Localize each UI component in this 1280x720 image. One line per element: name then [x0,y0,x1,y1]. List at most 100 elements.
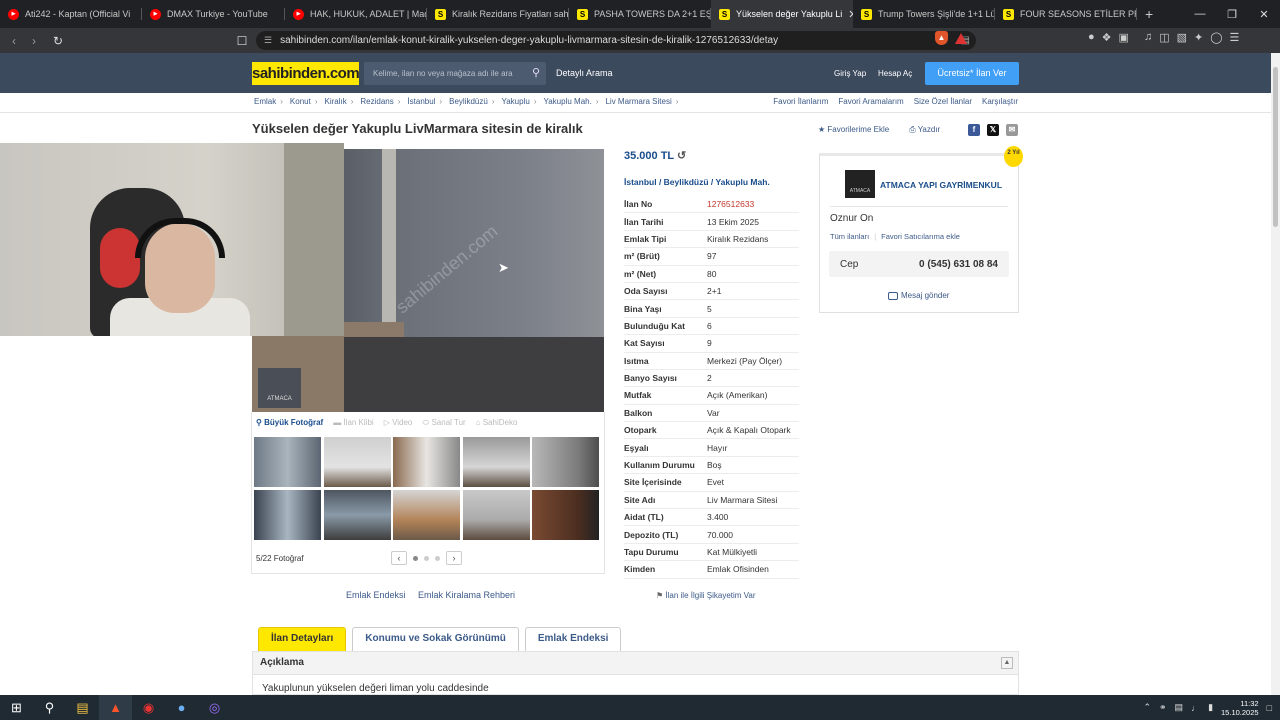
thumbnail[interactable] [323,437,391,487]
thumbnail[interactable] [532,490,599,540]
notifications-icon[interactable]: □ [1267,703,1272,713]
thumbnail[interactable] [254,490,321,540]
volume-icon[interactable]: ♩ [1191,703,1200,713]
windows-start-icon[interactable]: ⊞ [0,695,33,720]
app-icon[interactable]: ◉ [132,695,165,720]
thumbnail[interactable] [393,437,460,487]
site-logo[interactable]: sahibinden.com [252,62,360,85]
browser-tab[interactable]: S Yükselen değer Yakuplu Li ✕ [711,0,853,28]
breadcrumb-item[interactable]: Yakuplu Mah. [543,97,591,106]
breadcrumb-item[interactable]: Beylikdüzü [449,97,488,106]
top-link[interactable]: Favori Aramalarım [838,97,903,106]
pager-dot[interactable] [424,555,429,561]
breadcrumb-item[interactable]: Yakuplu [501,97,529,106]
add-favorite-link[interactable]: ★ Favorilerime Ekle [818,125,889,135]
reload-icon[interactable]: ↻ [48,34,68,48]
breadcrumb-item[interactable]: İstanbul [407,97,435,106]
file-explorer-icon[interactable]: ▤ [66,695,99,720]
favorite-seller-link[interactable]: Favori Satıcılarıma ekle [881,232,960,241]
pager-prev-icon[interactable]: ‹ [391,551,407,565]
steam-icon[interactable]: ● [165,695,198,720]
top-link[interactable]: Size Özel İlanlar [914,97,972,106]
x-share-icon[interactable]: 𝕏 [987,124,999,136]
brave-shield-icon[interactable]: ▲ [935,31,948,45]
browser-tab[interactable]: ▶ HAK, HUKUK, ADALET | Madara [285,0,427,28]
send-message-link[interactable]: Mesaj gönder [888,291,949,300]
search-icon[interactable]: ⚲ [33,695,66,720]
all-ads-link[interactable]: Tüm ilanları [830,232,869,241]
browser-tab[interactable]: ▶ DMAX Turkiye - YouTube [142,0,285,28]
thumbnail[interactable] [323,490,391,540]
print-link[interactable]: ⎙ Yazdır [909,125,940,135]
browser-tab[interactable]: S Trump Towers Şişli'de 1+1 Lük [853,0,995,28]
browser-tab[interactable]: ▶ Ati242 - Kaptan (Official Vi [0,0,142,28]
top-link[interactable]: Favori İlanlarım [773,97,828,106]
browser-tab[interactable]: S Kiralık Rezidans Fiyatları sahibi [427,0,569,28]
rental-guide-link[interactable]: Emlak Kiralama Rehberi [418,590,515,600]
minimize-icon[interactable]: — [1184,0,1216,28]
facebook-share-icon[interactable]: f [968,124,980,136]
photo-tool[interactable]: ⚲ Büyük Fotoğraf [256,418,323,428]
seller-logo[interactable]: ATMACA [845,170,875,198]
brave-browser-icon[interactable]: ▲ [99,695,132,720]
network-icon[interactable]: ▤ [1175,702,1184,713]
clock[interactable]: 11:32 15.10.2025 [1221,699,1259,717]
page-scrollbar[interactable] [1271,53,1280,695]
report-link[interactable]: ⚑ İlan ile İlgili Şikayetim Var [656,591,756,600]
breadcrumb-item[interactable]: Rezidans [360,97,393,106]
main-photo[interactable]: sahibinden.com [344,149,604,412]
thumbnail[interactable] [532,437,599,487]
search-icon[interactable]: ⚲ [532,62,540,85]
price-history-icon[interactable]: ↺ [677,150,686,162]
detailed-search-link[interactable]: Detaylı Arama [556,68,613,78]
thumbnail[interactable] [254,437,321,487]
pager-dot[interactable] [413,555,418,561]
breadcrumb-item[interactable]: Emlak [254,97,276,106]
breadcrumb-item[interactable]: Kiralık [324,97,346,106]
close-tab-icon[interactable]: ✕ [842,8,853,21]
breadcrumb-item[interactable]: Liv Marmara Sitesi [605,97,671,106]
browser-tab[interactable]: S PASHA TOWERS DA 2+1 EŞYAL [569,0,711,28]
email-share-icon[interactable]: ✉ [1006,124,1018,136]
close-icon[interactable]: ✕ [1248,0,1280,28]
url-field[interactable]: ☰ sahibinden.com/ilan/emlak-konut-kirali… [256,31,976,50]
search-input[interactable]: Kelime, ilan no veya mağaza adı ile ara … [364,62,546,85]
forward-icon[interactable]: › [24,34,44,48]
bookmark-icon[interactable]: ☐ [232,34,252,48]
menu-icon[interactable]: ☰ [1230,31,1240,44]
detail-tab[interactable]: Emlak Endeksi [524,627,622,651]
extensions-icon[interactable]: ❖ [1102,31,1112,44]
thumbnail[interactable] [393,490,460,540]
screenshot-icon[interactable]: ▣ [1119,31,1129,44]
ai-icon[interactable]: ✦ [1194,31,1203,44]
restore-icon[interactable]: ❐ [1216,0,1248,28]
register-link[interactable]: Hesap Aç [878,69,912,78]
wallet-icon[interactable]: ▧ [1177,31,1187,44]
emlak-endeksi-link[interactable]: Emlak Endeksi [346,590,406,600]
seller-name[interactable]: ATMACA YAPI GAYRİMENKUL [880,180,1002,190]
thumbnail[interactable] [462,437,530,487]
breadcrumb-item[interactable]: Konut [290,97,311,106]
browser-tab[interactable]: S FOUR SEASONS ETİLER PRİVAT [995,0,1137,28]
obs-icon[interactable]: ◎ [198,695,231,720]
new-tab-icon[interactable]: + [1145,6,1153,22]
scrollbar-thumb[interactable] [1273,67,1278,227]
collapse-icon[interactable]: ▲ [1001,657,1013,669]
pager-next-icon[interactable]: › [446,551,462,565]
detail-tab[interactable]: Konumu ve Sokak Görünümü [352,627,519,651]
vpn-icon[interactable]: ◯ [1210,31,1222,44]
detail-tab[interactable]: İlan Detayları [258,627,347,651]
top-link[interactable]: Karşılaştır [982,97,1018,106]
login-link[interactable]: Giriş Yap [834,69,866,78]
brave-rewards-icon[interactable] [955,33,967,44]
sidebar-icon[interactable]: ◫ [1159,31,1169,44]
site-info-icon[interactable]: ☰ [264,35,272,46]
thumbnail[interactable] [462,490,530,540]
battery-icon[interactable]: ▮ [1208,702,1213,713]
microphone-icon[interactable]: ⚭ [1159,702,1167,713]
phone-number[interactable]: 0 (545) 631 08 84 [919,259,998,270]
back-icon[interactable]: ‹ [4,34,24,48]
leo-icon[interactable]: ● [1088,31,1095,44]
pager-dot[interactable] [435,555,440,561]
location-link[interactable]: İstanbul / Beylikdüzü / Yakuplu Mah. [624,177,770,187]
